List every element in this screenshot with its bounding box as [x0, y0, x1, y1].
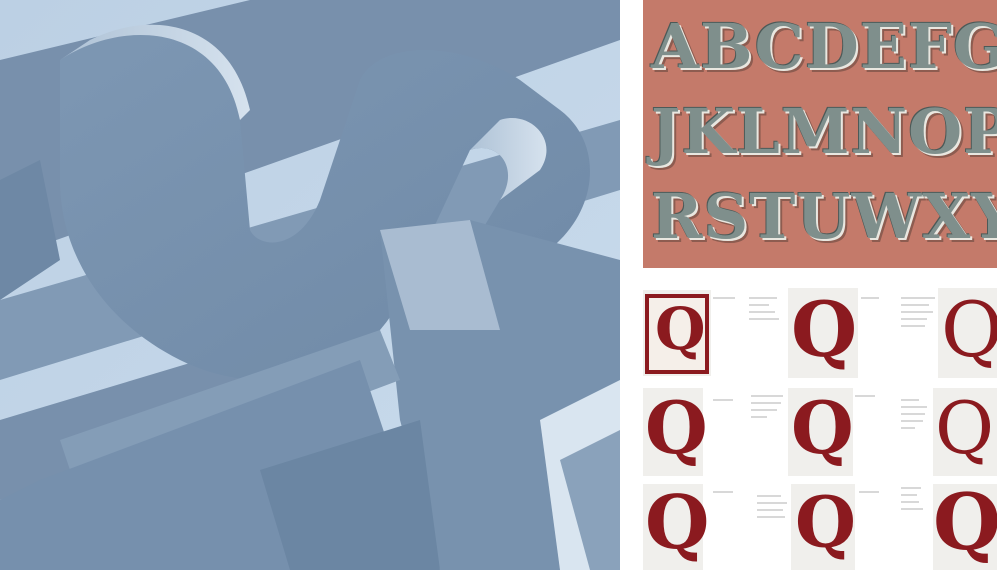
handwritten-notes: [713, 297, 935, 518]
sculpture-photo: [0, 0, 620, 570]
sculpture-illustration: [0, 0, 620, 570]
alphabet-lettering-photo: ABCDEFGH JKLMNOP RSTUWXY: [643, 0, 997, 268]
alphabet-row-2: JKLMNOP: [651, 95, 997, 168]
alphabet-row-1: ABCDEFGH: [651, 10, 997, 83]
alphabet-row-3: RSTUWXY: [651, 180, 997, 253]
letter-q-sketches-photo: Q Q Q Q Q Q Q Q Q: [643, 288, 997, 570]
